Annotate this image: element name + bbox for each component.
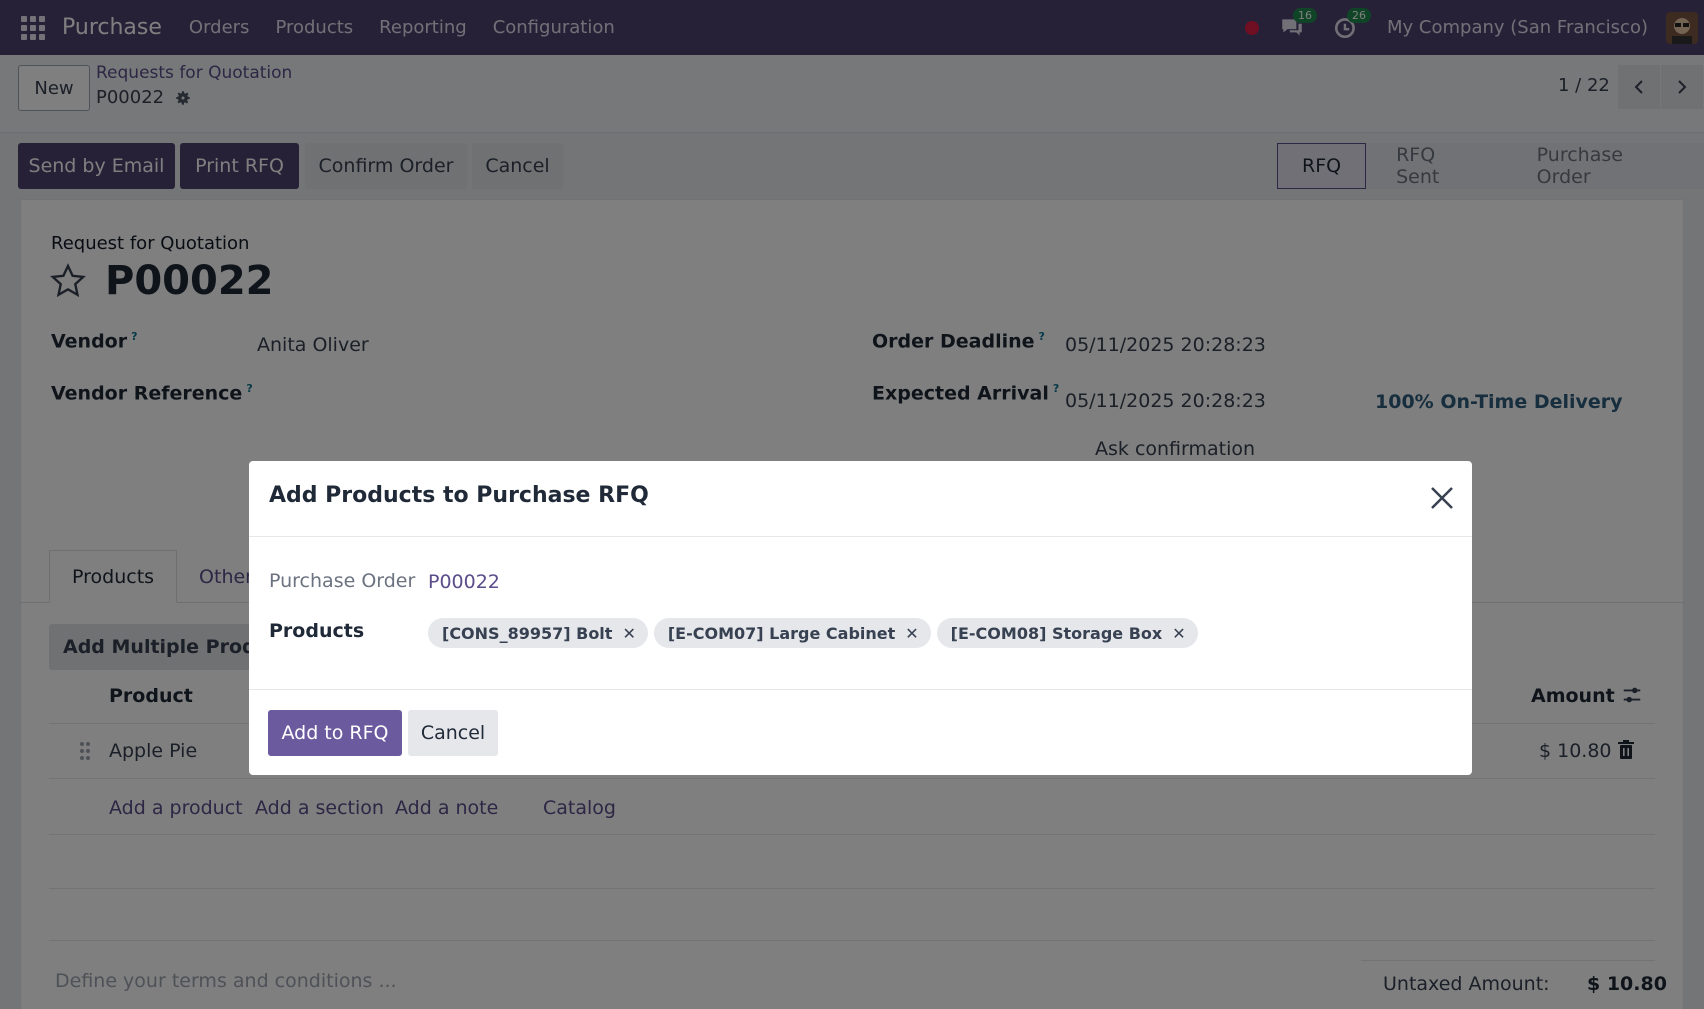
product-tag-label: [CONS_89957] Bolt (442, 623, 613, 643)
add-to-rfq-button[interactable]: Add to RFQ (268, 710, 402, 756)
dialog-header: Add Products to Purchase RFQ (249, 461, 1472, 537)
tag-remove-icon[interactable]: ✕ (1172, 624, 1185, 643)
products-tag-field[interactable]: [CONS_89957] Bolt ✕ [E-COM07] Large Cabin… (428, 618, 1204, 648)
product-tag[interactable]: [E-COM08] Storage Box ✕ (936, 618, 1198, 648)
product-tag[interactable]: [CONS_89957] Bolt ✕ (428, 618, 648, 648)
purchase-order-value[interactable]: P00022 (428, 571, 500, 593)
product-tag[interactable]: [E-COM07] Large Cabinet ✕ (653, 618, 931, 648)
tag-remove-icon[interactable]: ✕ (622, 624, 635, 643)
product-tag-label: [E-COM08] Storage Box (950, 623, 1163, 643)
tag-remove-icon[interactable]: ✕ (905, 624, 918, 643)
dialog-title: Add Products to Purchase RFQ (269, 483, 649, 508)
products-label: Products (269, 620, 365, 642)
dialog-cancel-button[interactable]: Cancel (408, 710, 498, 756)
add-products-dialog: Add Products to Purchase RFQ Purchase Or… (249, 461, 1472, 775)
product-tag-label: [E-COM07] Large Cabinet (667, 623, 896, 643)
purchase-order-label: Purchase Order (269, 570, 416, 592)
close-icon[interactable] (1427, 483, 1457, 513)
dialog-footer: Add to RFQ Cancel (249, 689, 1472, 775)
